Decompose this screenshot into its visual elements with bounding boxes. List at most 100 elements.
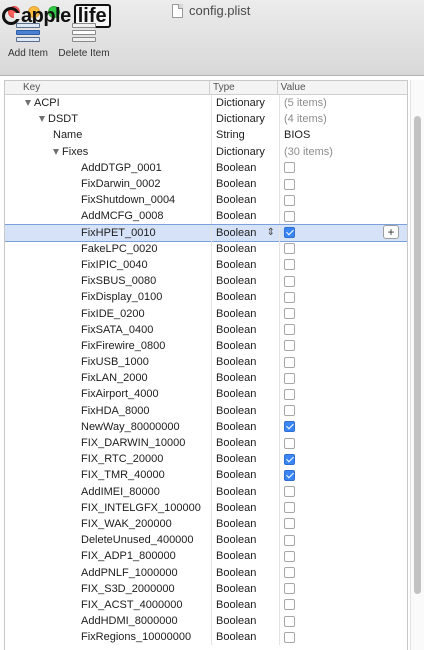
row-value-cell[interactable] — [279, 175, 407, 193]
row-value-cell[interactable] — [279, 256, 407, 274]
row-key-cell[interactable]: AddMCFG_0008 — [5, 208, 211, 224]
row-type-cell[interactable]: Boolean — [211, 451, 279, 468]
plist-outline-table[interactable]: Key Type Value ACPI Dictionary (5 items) DS… — [4, 80, 408, 650]
row-key-cell[interactable]: FIX_TMR_40000 — [5, 467, 211, 483]
row-type-cell[interactable]: Boolean — [211, 613, 279, 630]
column-header-type[interactable]: Type — [210, 81, 278, 94]
boolean-checkbox[interactable] — [284, 437, 295, 449]
delete-item-button[interactable]: Delete Item — [56, 22, 112, 59]
table-row[interactable]: AddDTGP_0001 Boolean — [5, 159, 407, 176]
row-key-cell[interactable]: AddHDMI_8000000 — [5, 613, 211, 629]
row-type-cell[interactable]: Boolean — [211, 499, 279, 516]
table-row[interactable]: FIX_ADP1_800000 Boolean — [5, 548, 407, 565]
row-type-cell[interactable]: Boolean — [211, 370, 279, 387]
row-type-cell[interactable]: Boolean — [211, 467, 279, 484]
table-row[interactable]: DeleteUnused_400000 Boolean — [5, 532, 407, 549]
table-row[interactable]: FixIPIC_0040 Boolean — [5, 256, 407, 274]
row-type-cell[interactable]: Boolean — [211, 159, 279, 176]
row-key-cell[interactable]: FixSBUS_0080 — [5, 273, 211, 289]
row-key-cell[interactable]: Name — [5, 127, 211, 143]
table-row[interactable]: FixIDE_0200 Boolean — [5, 305, 407, 322]
row-key-cell[interactable]: FIX_INTELGFX_100000 — [5, 500, 211, 516]
row-type-cell[interactable]: Dictionary — [211, 111, 279, 128]
boolean-checkbox[interactable] — [284, 308, 295, 320]
row-type-cell[interactable]: Boolean — [211, 354, 279, 371]
row-type-cell[interactable]: String — [211, 127, 279, 144]
row-key-cell[interactable]: FIX_ACST_4000000 — [5, 597, 211, 613]
row-key-cell[interactable]: FixHDA_8000 — [5, 403, 211, 419]
row-type-cell[interactable]: Boolean — [211, 418, 279, 435]
row-value-cell[interactable] — [279, 321, 407, 338]
row-type-cell[interactable]: Dictionary — [211, 143, 279, 160]
row-value-cell[interactable] — [279, 337, 407, 354]
row-value-cell[interactable] — [279, 240, 407, 257]
row-key-cell[interactable]: FIX_WAK_200000 — [5, 516, 211, 532]
row-value-cell[interactable] — [279, 192, 407, 209]
row-key-cell[interactable]: FixFirewire_0800 — [5, 338, 211, 354]
row-type-cell[interactable]: Dictionary — [211, 95, 279, 112]
add-item-button[interactable]: Add Item — [4, 22, 52, 59]
row-value-cell[interactable]: (4 items) — [279, 111, 407, 128]
table-row[interactable]: FixRegions_10000000 Boolean — [5, 629, 407, 646]
row-value-cell[interactable] — [279, 451, 407, 468]
row-value-cell[interactable] — [279, 386, 407, 403]
boolean-checkbox[interactable] — [284, 518, 295, 530]
row-value-cell[interactable] — [279, 629, 407, 646]
row-key-cell[interactable]: AddDTGP_0001 — [5, 160, 211, 176]
table-row[interactable]: FixSBUS_0080 Boolean — [5, 273, 407, 290]
boolean-checkbox[interactable] — [284, 486, 295, 498]
boolean-checkbox[interactable] — [284, 275, 295, 287]
boolean-checkbox[interactable] — [284, 421, 295, 433]
boolean-checkbox[interactable] — [284, 453, 295, 465]
table-row[interactable]: FIX_WAK_200000 Boolean — [5, 515, 407, 533]
table-row[interactable]: FixDisplay_0100 Boolean — [5, 289, 407, 306]
row-key-cell[interactable]: FIX_ADP1_800000 — [5, 548, 211, 564]
table-row[interactable]: FIX_RTC_20000 Boolean — [5, 451, 407, 468]
row-key-cell[interactable]: ACPI — [5, 95, 211, 111]
row-type-cell[interactable]: Boolean — [211, 386, 279, 403]
boolean-checkbox[interactable] — [284, 372, 295, 384]
row-type-cell[interactable]: Boolean — [211, 515, 279, 533]
table-row[interactable]: FIX_TMR_40000 Boolean — [5, 467, 407, 484]
row-value-cell[interactable] — [279, 596, 407, 613]
boolean-checkbox[interactable] — [284, 356, 295, 368]
table-row[interactable]: ACPI Dictionary (5 items) — [5, 95, 407, 112]
row-value-cell[interactable] — [279, 515, 407, 533]
table-row[interactable]: AddIMEI_80000 Boolean — [5, 483, 407, 500]
table-row[interactable]: FixFirewire_0800 Boolean — [5, 337, 407, 354]
row-key-cell[interactable]: FixIDE_0200 — [5, 305, 211, 321]
row-type-cell[interactable]: Boolean — [211, 596, 279, 613]
table-row[interactable]: FIX_INTELGFX_100000 Boolean — [5, 499, 407, 516]
row-key-cell[interactable]: FixSATA_0400 — [5, 322, 211, 338]
row-value-cell[interactable] — [279, 580, 407, 597]
table-row[interactable]: FixAirport_4000 Boolean — [5, 386, 407, 403]
boolean-checkbox[interactable] — [284, 583, 295, 595]
row-key-cell[interactable]: FIX_S3D_2000000 — [5, 581, 211, 597]
row-value-cell[interactable] — [279, 483, 407, 500]
row-value-cell[interactable] — [279, 402, 407, 419]
row-type-cell[interactable]: Boolean — [211, 175, 279, 193]
row-value-cell[interactable] — [279, 208, 407, 225]
row-value-cell[interactable]: BIOS — [279, 127, 407, 144]
row-value-cell[interactable] — [279, 305, 407, 322]
boolean-checkbox[interactable] — [284, 324, 295, 336]
boolean-checkbox[interactable] — [284, 227, 295, 239]
row-key-cell[interactable]: FIX_DARWIN_10000 — [5, 435, 211, 451]
scrollbar-thumb[interactable] — [414, 116, 421, 594]
row-value-cell[interactable]: (5 items) — [279, 95, 407, 112]
row-type-cell[interactable]: Boolean — [211, 240, 279, 257]
table-row[interactable]: FIX_ACST_4000000 Boolean — [5, 596, 407, 613]
row-key-cell[interactable]: FIX_RTC_20000 — [5, 451, 211, 467]
boolean-checkbox[interactable] — [284, 631, 295, 643]
boolean-checkbox[interactable] — [284, 178, 295, 190]
disclosure-triangle-icon[interactable] — [39, 116, 45, 123]
row-type-cell[interactable]: Boolean — [211, 564, 279, 581]
row-key-cell[interactable]: FixUSB_1000 — [5, 354, 211, 370]
row-key-cell[interactable]: DeleteUnused_400000 — [5, 532, 211, 548]
row-key-cell[interactable]: FakeLPC_0020 — [5, 241, 211, 257]
vertical-scrollbar[interactable] — [410, 80, 424, 650]
row-key-cell[interactable]: Fixes — [5, 144, 211, 160]
table-row[interactable]: FixHDA_8000 Boolean — [5, 402, 407, 419]
row-key-cell[interactable]: FixLAN_2000 — [5, 370, 211, 386]
row-key-cell[interactable]: NewWay_80000000 — [5, 419, 211, 435]
